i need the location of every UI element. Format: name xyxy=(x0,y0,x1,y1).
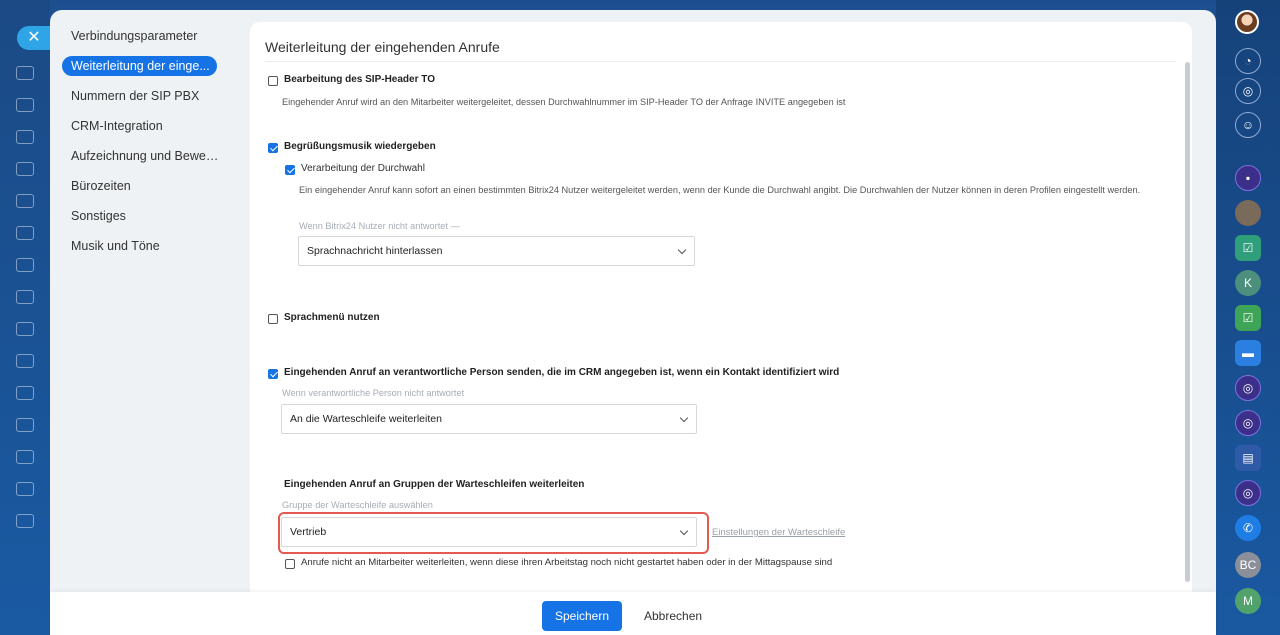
right-app-rail: ◔ ◎ ☺ ▪ ☑ K ☑ ▬ ◎ ◎ ▤ ◎ ✆ BC M xyxy=(1216,0,1280,635)
page-title: Weiterleitung der eingehenden Anrufe xyxy=(265,39,500,55)
voice-menu-label: Sprachmenü nutzen xyxy=(284,312,380,323)
cart-icon[interactable] xyxy=(16,482,34,496)
user-avatar[interactable] xyxy=(1235,10,1259,34)
extension-hint-text: Wenn Bitrix24 Nutzer nicht antwortet xyxy=(299,221,448,231)
queue-group-heading: Eingehenden Anruf an Gruppen der Wartesc… xyxy=(284,479,585,490)
nav-item-office-hours[interactable]: Bürozeiten xyxy=(62,176,222,196)
store-icon[interactable] xyxy=(16,418,34,432)
voice-menu-checkbox[interactable] xyxy=(268,314,278,324)
sip-header-checkbox[interactable] xyxy=(268,76,278,86)
contact-avatar-bc[interactable]: BC xyxy=(1235,552,1261,578)
task-icon[interactable]: ☑ xyxy=(1235,305,1261,331)
messages-icon[interactable] xyxy=(16,354,34,368)
bell-icon[interactable]: ◔ xyxy=(1235,48,1261,74)
drive-icon[interactable] xyxy=(16,226,34,240)
save-button[interactable]: Speichern xyxy=(542,601,622,631)
settings-content: Weiterleitung der eingehenden Anrufe Bea… xyxy=(250,22,1192,592)
nav-item-call-forwarding[interactable]: Weiterleitung der einge... xyxy=(62,56,217,76)
nav-item-connection-params[interactable]: Verbindungsparameter xyxy=(62,26,222,46)
contacts-icon[interactable] xyxy=(16,130,34,144)
extension-hint: Wenn Bitrix24 Nutzer nicht antwortet — xyxy=(299,221,460,231)
left-app-rail: ✕ xyxy=(0,0,51,635)
queue-group-hint: Gruppe der Warteschleife auswählen xyxy=(282,500,433,510)
highlight-frame xyxy=(278,512,709,554)
title-divider xyxy=(265,61,1176,62)
initials-m: M xyxy=(1243,594,1253,608)
nav-item-crm-integration[interactable]: CRM-Integration xyxy=(62,116,222,136)
footer-bar: Speichern Abbrechen xyxy=(50,592,1216,635)
crm-no-answer-select[interactable]: An die Warteschleife weiterleiten xyxy=(281,404,697,434)
contact-avatar-k[interactable]: K xyxy=(1235,270,1261,296)
queue-settings-link[interactable]: Einstellungen der Warteschleife xyxy=(712,527,845,538)
extension-checkbox[interactable] xyxy=(285,165,295,175)
no-forward-label: Anrufe nicht an Mitarbeiter weiterleiten… xyxy=(301,557,833,568)
mail-icon[interactable] xyxy=(16,322,34,336)
close-icon[interactable]: ✕ xyxy=(17,26,51,50)
nav-item-music-tones[interactable]: Musik und Töne xyxy=(62,236,222,256)
contact-avatar-m[interactable]: M xyxy=(1235,588,1261,614)
crm-responsible-label: Eingehenden Anruf an verantwortliche Per… xyxy=(284,367,840,378)
extension-label: Verarbeitung der Durchwahl xyxy=(301,163,425,174)
initials-k: K xyxy=(1243,276,1252,290)
chevron-down-icon xyxy=(677,245,687,255)
settings-nav: Verbindungsparameter Weiterleitung der e… xyxy=(62,26,222,266)
extension-hint-dash: — xyxy=(450,221,460,231)
open-channel-icon[interactable]: ▬ xyxy=(1235,340,1261,366)
extension-description: Ein eingehender Anruf kann sofort an ein… xyxy=(299,185,1141,195)
greeting-label: Begrüßungsmusik wiedergeben xyxy=(284,141,436,152)
documents-icon[interactable] xyxy=(16,162,34,176)
calendar-icon[interactable] xyxy=(16,194,34,208)
crm-responsible-checkbox[interactable] xyxy=(268,369,278,379)
tasks-icon[interactable] xyxy=(16,290,34,304)
sip-header-description: Eingehender Anruf wird an den Mitarbeite… xyxy=(282,97,846,107)
copilot-chat-icon-2[interactable]: ◎ xyxy=(1235,410,1261,436)
no-answer-select[interactable]: Sprachnachricht hinterlassen xyxy=(298,236,695,266)
crm-responsible-hint: Wenn verantwortliche Person nicht antwor… xyxy=(282,388,465,398)
chevron-down-icon xyxy=(679,413,689,423)
home-icon[interactable] xyxy=(16,66,34,80)
nav-item-recording[interactable]: Aufzeichnung und Bewert... xyxy=(62,146,222,166)
task-check-icon[interactable]: ☑ xyxy=(1235,235,1261,261)
crm-no-answer-select-value: An die Warteschleife weiterleiten xyxy=(290,413,442,425)
settings-panel: Verbindungsparameter Weiterleitung der e… xyxy=(50,10,1216,635)
no-answer-select-value: Sprachnachricht hinterlassen xyxy=(307,245,443,257)
bot-icon[interactable]: ▪ xyxy=(1235,165,1261,191)
filter-icon[interactable] xyxy=(16,450,34,464)
pen-icon[interactable] xyxy=(16,386,34,400)
scrollbar[interactable] xyxy=(1185,62,1190,582)
sip-header-label: Bearbeitung des SIP-Header TO xyxy=(284,74,435,85)
copilot-chat-icon-3[interactable]: ◎ xyxy=(1235,480,1261,506)
cancel-button[interactable]: Abbrechen xyxy=(638,601,708,631)
nav-item-other[interactable]: Sonstiges xyxy=(62,206,222,226)
contact-card-icon[interactable]: ▤ xyxy=(1235,445,1261,471)
phone-icon[interactable]: ✆ xyxy=(1235,515,1261,541)
nav-item-sip-pbx-numbers[interactable]: Nummern der SIP PBX xyxy=(62,86,222,106)
chat-icon[interactable] xyxy=(16,258,34,272)
chat-bubble-icon[interactable]: ☺ xyxy=(1235,112,1261,138)
file-icon[interactable] xyxy=(16,514,34,528)
no-forward-checkbox[interactable] xyxy=(285,559,295,569)
greeting-checkbox[interactable] xyxy=(268,143,278,153)
copilot-chat-icon[interactable]: ◎ xyxy=(1235,375,1261,401)
initials-bc: BC xyxy=(1239,558,1257,572)
copilot-icon[interactable]: ◎ xyxy=(1235,78,1261,104)
settings-icon[interactable] xyxy=(16,98,34,112)
contact-avatar[interactable] xyxy=(1235,200,1261,226)
